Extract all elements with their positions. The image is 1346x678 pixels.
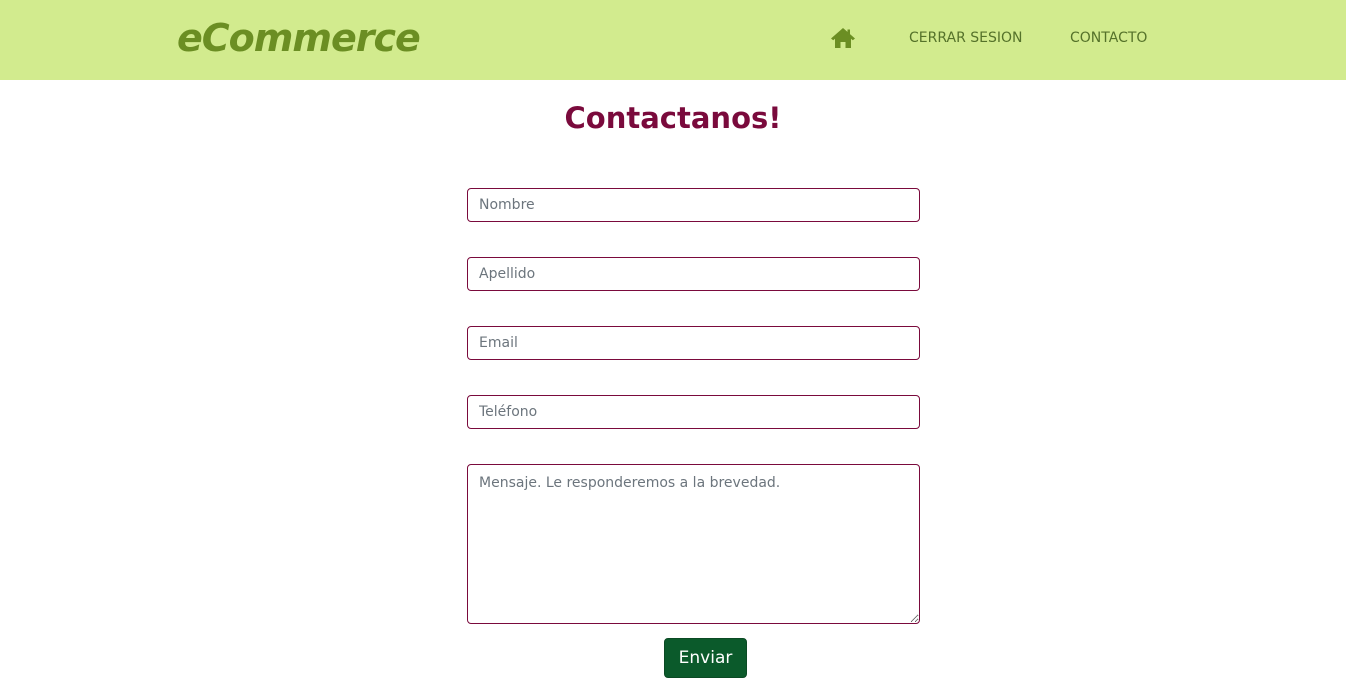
- page-title: Contactanos!: [564, 101, 782, 135]
- mensaje-textarea[interactable]: [467, 464, 920, 624]
- brand-logo-link[interactable]: eCommerce: [177, 14, 421, 62]
- home-link[interactable]: [830, 27, 856, 49]
- nav-link-contacto[interactable]: CONTACTO: [1070, 28, 1147, 48]
- navbar: eCommerce CERRAR SESION CONTACTO: [0, 0, 1346, 80]
- home-icon: [831, 28, 855, 48]
- enviar-button[interactable]: Enviar: [664, 638, 747, 678]
- telefono-input[interactable]: [467, 395, 920, 429]
- nav-link-cerrar-sesion[interactable]: CERRAR SESION: [909, 28, 1023, 48]
- nombre-input[interactable]: [467, 188, 920, 222]
- email-input[interactable]: [467, 326, 920, 360]
- apellido-input[interactable]: [467, 257, 920, 291]
